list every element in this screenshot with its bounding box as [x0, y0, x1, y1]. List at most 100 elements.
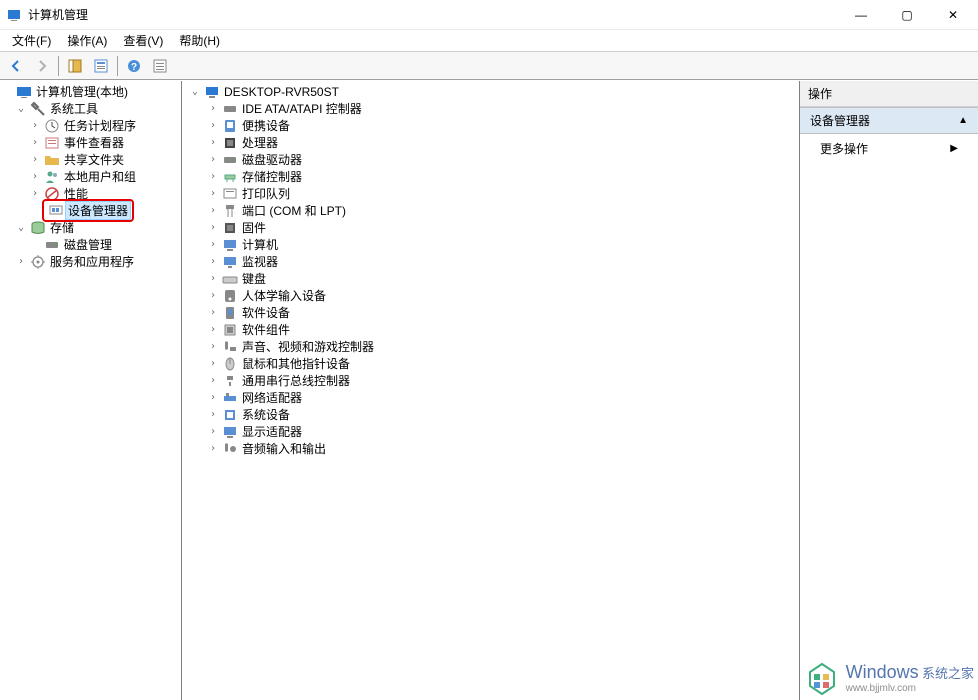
- toolbar-separator: [117, 56, 118, 76]
- device-category[interactable]: › 处理器: [182, 134, 799, 151]
- tree-toggle[interactable]: ›: [28, 137, 42, 148]
- tree-local-users[interactable]: › 本地用户和组: [0, 168, 181, 185]
- tree-services[interactable]: › 服务和应用程序: [0, 253, 181, 270]
- tree-toggle[interactable]: ›: [206, 392, 220, 403]
- tree-toggle[interactable]: ›: [206, 188, 220, 199]
- device-category-label: 计算机: [240, 236, 280, 253]
- device-category[interactable]: › 声音、视频和游戏控制器: [182, 338, 799, 355]
- tree-device-manager[interactable]: › 设备管理器: [0, 202, 181, 219]
- properties-button[interactable]: [89, 54, 113, 78]
- device-category-label: 软件设备: [240, 304, 292, 321]
- title-bar: 计算机管理 — ▢ ✕: [0, 0, 978, 30]
- device-category-icon: [222, 339, 238, 355]
- device-category[interactable]: ›IDE ATA/ATAPI 控制器: [182, 100, 799, 117]
- tree-toggle[interactable]: ›: [28, 171, 42, 182]
- device-category[interactable]: ›固件: [182, 219, 799, 236]
- close-button[interactable]: ✕: [930, 0, 976, 30]
- computer-icon: [204, 84, 220, 100]
- chevron-right-icon: ▶: [950, 143, 958, 154]
- tree-toggle[interactable]: ›: [28, 188, 42, 199]
- show-hide-tree-button[interactable]: [63, 54, 87, 78]
- collapse-icon[interactable]: ▲: [958, 115, 968, 126]
- more-actions[interactable]: 更多操作 ▶: [800, 134, 978, 163]
- tree-toggle[interactable]: ›: [206, 205, 220, 216]
- tree-toggle[interactable]: ›: [206, 120, 220, 131]
- tree-toggle[interactable]: ⌄: [14, 222, 28, 233]
- toolbar-separator: [58, 56, 59, 76]
- device-category-icon: [222, 271, 238, 287]
- refresh-button[interactable]: [148, 54, 172, 78]
- device-category[interactable]: ›系统设备: [182, 406, 799, 423]
- tree-toggle[interactable]: ›: [206, 324, 220, 335]
- device-category[interactable]: › 软件设备: [182, 304, 799, 321]
- tree-toggle[interactable]: ›: [206, 239, 220, 250]
- device-category[interactable]: ›通用串行总线控制器: [182, 372, 799, 389]
- tree-toggle[interactable]: ›: [206, 137, 220, 148]
- tree-toggle[interactable]: ⌄: [188, 86, 202, 97]
- tree-label: 任务计划程序: [62, 117, 138, 134]
- device-category[interactable]: ›显示适配器: [182, 423, 799, 440]
- minimize-button[interactable]: —: [838, 0, 884, 30]
- device-category[interactable]: ›端口 (COM 和 LPT): [182, 202, 799, 219]
- device-category-label: 处理器: [240, 134, 280, 151]
- device-category-label: 存储控制器: [240, 168, 304, 185]
- tree-toggle[interactable]: ›: [206, 154, 220, 165]
- tree-toggle[interactable]: ›: [206, 341, 220, 352]
- tree-toggle[interactable]: ›: [28, 120, 42, 131]
- device-root[interactable]: ⌄ DESKTOP-RVR50ST: [182, 83, 799, 100]
- tree-toggle[interactable]: ›: [206, 375, 220, 386]
- device-category[interactable]: ›人体学输入设备: [182, 287, 799, 304]
- tree-toggle[interactable]: ›: [206, 171, 220, 182]
- tree-toggle[interactable]: ›: [206, 443, 220, 454]
- tree-toggle[interactable]: ›: [14, 256, 28, 267]
- device-category-icon: [222, 254, 238, 270]
- device-category[interactable]: › 计算机: [182, 236, 799, 253]
- device-category[interactable]: ›键盘: [182, 270, 799, 287]
- tree-toggle[interactable]: ›: [206, 409, 220, 420]
- svg-text:?: ?: [131, 62, 137, 73]
- tree-toggle[interactable]: ›: [206, 426, 220, 437]
- device-category[interactable]: ›软件组件: [182, 321, 799, 338]
- device-category[interactable]: ›网络适配器: [182, 389, 799, 406]
- nav-back-button[interactable]: [4, 54, 28, 78]
- tree-toggle[interactable]: ›: [206, 307, 220, 318]
- device-category[interactable]: ›鼠标和其他指针设备: [182, 355, 799, 372]
- device-category[interactable]: ›磁盘驱动器: [182, 151, 799, 168]
- tree-event-viewer[interactable]: › 事件查看器: [0, 134, 181, 151]
- tree-shared-folders[interactable]: › 共享文件夹: [0, 151, 181, 168]
- menu-file[interactable]: 文件(F): [6, 30, 57, 51]
- device-tree[interactable]: ⌄ DESKTOP-RVR50ST ›IDE ATA/ATAPI 控制器›便携设…: [182, 81, 800, 700]
- menu-view[interactable]: 查看(V): [117, 30, 169, 51]
- nav-forward-button[interactable]: [30, 54, 54, 78]
- tree-label: 本地用户和组: [62, 168, 138, 185]
- help-button[interactable]: ?: [122, 54, 146, 78]
- device-category[interactable]: ›便携设备: [182, 117, 799, 134]
- tree-toggle[interactable]: ›: [206, 290, 220, 301]
- device-category[interactable]: ›监视器: [182, 253, 799, 270]
- tree-toggle[interactable]: ›: [206, 103, 220, 114]
- services-icon: [30, 254, 46, 270]
- computer-mgmt-icon: [16, 84, 32, 100]
- device-category[interactable]: ›音频输入和输出: [182, 440, 799, 457]
- tree-toggle[interactable]: ›: [206, 256, 220, 267]
- menu-help[interactable]: 帮助(H): [173, 30, 226, 51]
- tree-system-tools[interactable]: ⌄ 系统工具: [0, 100, 181, 117]
- tree-toggle[interactable]: ›: [206, 222, 220, 233]
- tree-toggle[interactable]: ›: [206, 358, 220, 369]
- tree-toggle[interactable]: ›: [206, 273, 220, 284]
- tree-toggle[interactable]: ›: [28, 154, 42, 165]
- actions-section[interactable]: 设备管理器 ▲: [800, 107, 978, 134]
- device-category-label: 声音、视频和游戏控制器: [240, 338, 376, 355]
- device-category-icon: [222, 322, 238, 338]
- tree-toggle[interactable]: ⌄: [14, 103, 28, 114]
- maximize-button[interactable]: ▢: [884, 0, 930, 30]
- tree-disk-management[interactable]: › 磁盘管理: [0, 236, 181, 253]
- device-category[interactable]: ›打印队列: [182, 185, 799, 202]
- tree-root[interactable]: ▸ 计算机管理(本地): [0, 83, 181, 100]
- console-tree[interactable]: ▸ 计算机管理(本地) ⌄ 系统工具 › 任务计划程序 › 事件查看器 › 共享…: [0, 81, 182, 700]
- watermark: Windows 系统之家 www.bjjmlv.com: [804, 660, 974, 696]
- menu-action[interactable]: 操作(A): [61, 30, 113, 51]
- tree-task-scheduler[interactable]: › 任务计划程序: [0, 117, 181, 134]
- device-category[interactable]: › 存储控制器: [182, 168, 799, 185]
- tree-label: 事件查看器: [62, 134, 126, 151]
